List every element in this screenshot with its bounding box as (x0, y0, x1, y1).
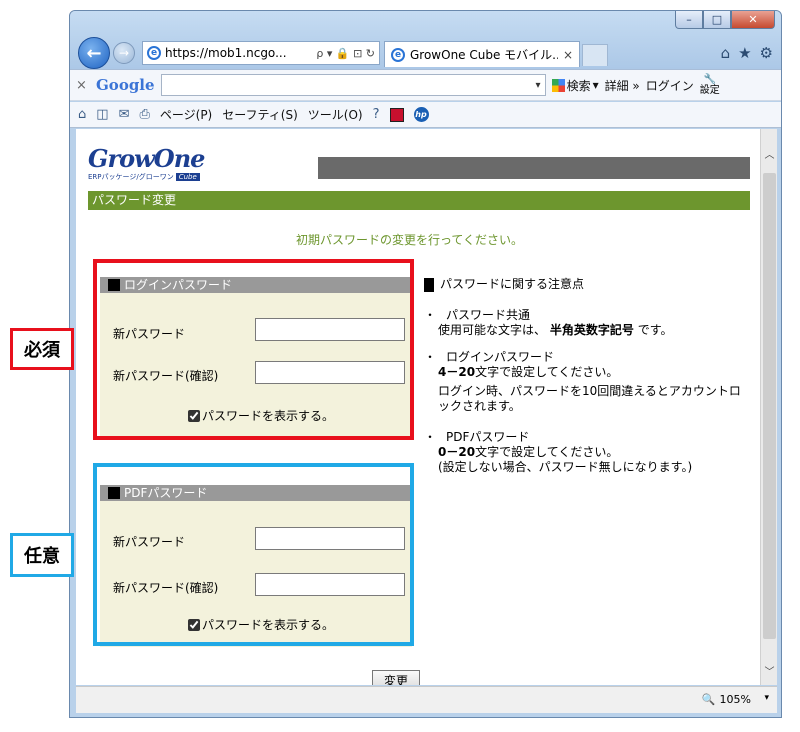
settings-button[interactable]: 🔧 設定 (700, 74, 720, 96)
address-bar[interactable]: e https://mob1.ncgo... ρ ▾ 🔒 ⊡ ↻ (142, 41, 380, 65)
settings-label: 設定 (699, 85, 720, 96)
scroll-up-icon[interactable]: ︿ (761, 145, 778, 162)
forward-button[interactable]: → (113, 42, 135, 64)
minimize-button[interactable]: – (675, 11, 703, 29)
ie-favicon-icon: e (147, 46, 161, 60)
square-bullet-icon (424, 277, 434, 292)
note-login: ・ログインパスワード 4－20文字で設定してください。 ログイン時、パスワードを… (424, 350, 744, 414)
note-login-body: 4－20文字で設定してください。 ログイン時、パスワードを10回間違えるとアカウ… (424, 365, 744, 414)
close-window-button[interactable]: ✕ (731, 11, 775, 29)
google-logo: Google (96, 76, 155, 94)
gear-icon[interactable]: ⚙ (760, 44, 773, 62)
optional-label: 任意 (10, 533, 74, 577)
title-bar: – □ ✕ ← → e https://mob1.ncgo... ρ ▾ 🔒 ⊡… (70, 11, 781, 75)
print-icon[interactable]: ⎙ (139, 107, 149, 122)
note-login-lock: ログイン時、パスワードを10回間違えるとアカウントロックされます。 (438, 384, 741, 413)
growone-logo: GrowOne ERPパッケージ/グローワン Cube (88, 144, 205, 182)
zoom-control[interactable]: 🔍 105% (702, 693, 751, 706)
password-notes: パスワードに関する注意点 ・パスワード共通 使用可能な文字は、 半角英数字記号 … (424, 277, 744, 487)
zoom-dropdown-icon[interactable]: ▾ (764, 693, 769, 703)
optional-highlight-frame (93, 463, 414, 646)
note-common-body: 使用可能な文字は、 半角英数字記号 です。 (424, 323, 744, 338)
google-search-label: 検索 (566, 78, 591, 93)
note-pdf-head: PDFパスワード (446, 430, 530, 444)
address-tools-icon[interactable]: ρ ▾ 🔒 ⊡ ↻ (316, 47, 375, 60)
scroll-down-icon[interactable]: ﹀ (761, 662, 778, 679)
note-common-prefix: 使用可能な文字は、 (438, 323, 547, 337)
note-common: ・パスワード共通 使用可能な文字は、 半角英数字記号 です。 (424, 308, 744, 338)
logo-subtitle: ERPパッケージ/グローワン Cube (88, 172, 204, 182)
google-toolbar: × Google ▾ 検索 ▾ 詳細 » ログイン 🔧 設定 (70, 69, 781, 101)
tab-favicon-icon: e (391, 47, 405, 62)
back-arrow-icon: ← (86, 42, 102, 64)
zoom-icon: 🔍 (701, 693, 716, 706)
login-button[interactable]: ログイン (646, 77, 694, 94)
page-title: パスワード変更 (88, 191, 750, 210)
tab-close-icon[interactable]: × (563, 48, 573, 62)
logo-sub-text: ERPパッケージ/グローワン (88, 173, 174, 181)
bullet: ・ (424, 350, 437, 364)
note-pdf-body: 0－20文字で設定してください。 (設定しない場合、パスワード無しになります。) (424, 445, 744, 475)
address-url[interactable]: https://mob1.ncgo... (165, 46, 312, 60)
logo-text: GrowOne (88, 144, 205, 173)
vertical-scrollbar[interactable]: ︿ ﹀ (760, 129, 777, 685)
header-bar (318, 157, 750, 179)
zoom-level: 105% (719, 693, 751, 706)
browser-top-icons: ⌂ ★ ⚙ (721, 44, 773, 62)
addon-icon[interactable] (389, 107, 404, 122)
wrench-icon: 🔧 (703, 74, 717, 85)
home-icon[interactable]: ⌂ (78, 107, 86, 122)
change-button[interactable]: 変更 (372, 670, 420, 685)
window-controls: – □ ✕ (675, 11, 775, 29)
note-pdf-range: 0－20 (438, 445, 476, 459)
note-common-bold: 半角英数字記号 (549, 323, 634, 337)
google-search-icon (551, 78, 565, 92)
command-bar: ⌂ ◫ ✉ ⎙ ページ(P) セーフティ(S) ツール(O) ? hp (70, 102, 781, 128)
home-icon[interactable]: ⌂ (721, 44, 731, 62)
tab-growone[interactable]: e GrowOne Cube モバイル... × (384, 41, 580, 67)
safety-menu[interactable]: セーフティ(S) (222, 106, 298, 123)
bullet: ・ (424, 430, 437, 444)
bullet: ・ (424, 308, 437, 322)
page-instruction: 初期パスワードの変更を行ってください。 (296, 233, 524, 247)
favorites-star-icon[interactable]: ★ (738, 44, 751, 62)
required-label: 必須 (10, 328, 74, 370)
note-pdf-extra: (設定しない場合、パスワード無しになります。) (438, 460, 693, 474)
new-tab-button[interactable] (582, 44, 608, 66)
chevron-down-icon: ▾ (592, 78, 599, 92)
required-highlight-frame (93, 259, 414, 440)
note-pdf-range-suffix: 文字で設定してください。 (475, 445, 619, 459)
help-icon[interactable]: ? (373, 107, 380, 122)
notes-title-row: パスワードに関する注意点 (424, 277, 744, 292)
tools-menu[interactable]: ツール(O) (308, 106, 363, 123)
hp-icon[interactable]: hp (413, 107, 429, 122)
note-login-range: 4－20 (438, 365, 476, 379)
more-button[interactable]: 詳細 » (605, 77, 640, 94)
tab-title: GrowOne Cube モバイル... (410, 48, 558, 62)
note-pdf: ・ PDFパスワード 0－20文字で設定してください。 (設定しない場合、パスワー… (424, 430, 744, 475)
scroll-thumb[interactable] (763, 173, 776, 639)
note-common-suffix: です。 (637, 323, 673, 337)
maximize-button[interactable]: □ (703, 11, 731, 29)
toolbar-close-icon[interactable]: × (76, 78, 90, 93)
forward-arrow-icon: → (118, 46, 130, 60)
note-login-head: ログインパスワード (446, 350, 555, 364)
note-login-range-suffix: 文字で設定してください。 (475, 365, 619, 379)
search-dropdown-icon[interactable]: ▾ (536, 80, 541, 91)
back-button[interactable]: ← (78, 37, 110, 69)
google-search-input[interactable]: ▾ (160, 74, 546, 96)
page-menu[interactable]: ページ(P) (160, 106, 212, 123)
google-search-button[interactable]: 検索 ▾ (551, 77, 599, 94)
status-bar: 🔍 105% ▾ (76, 686, 777, 713)
logo-cube-badge: Cube (175, 173, 200, 181)
mail-icon[interactable]: ✉ (119, 107, 130, 122)
notes-title: パスワードに関する注意点 (440, 277, 585, 291)
feeds-icon[interactable]: ◫ (96, 107, 108, 122)
note-common-head: パスワード共通 (446, 308, 531, 322)
